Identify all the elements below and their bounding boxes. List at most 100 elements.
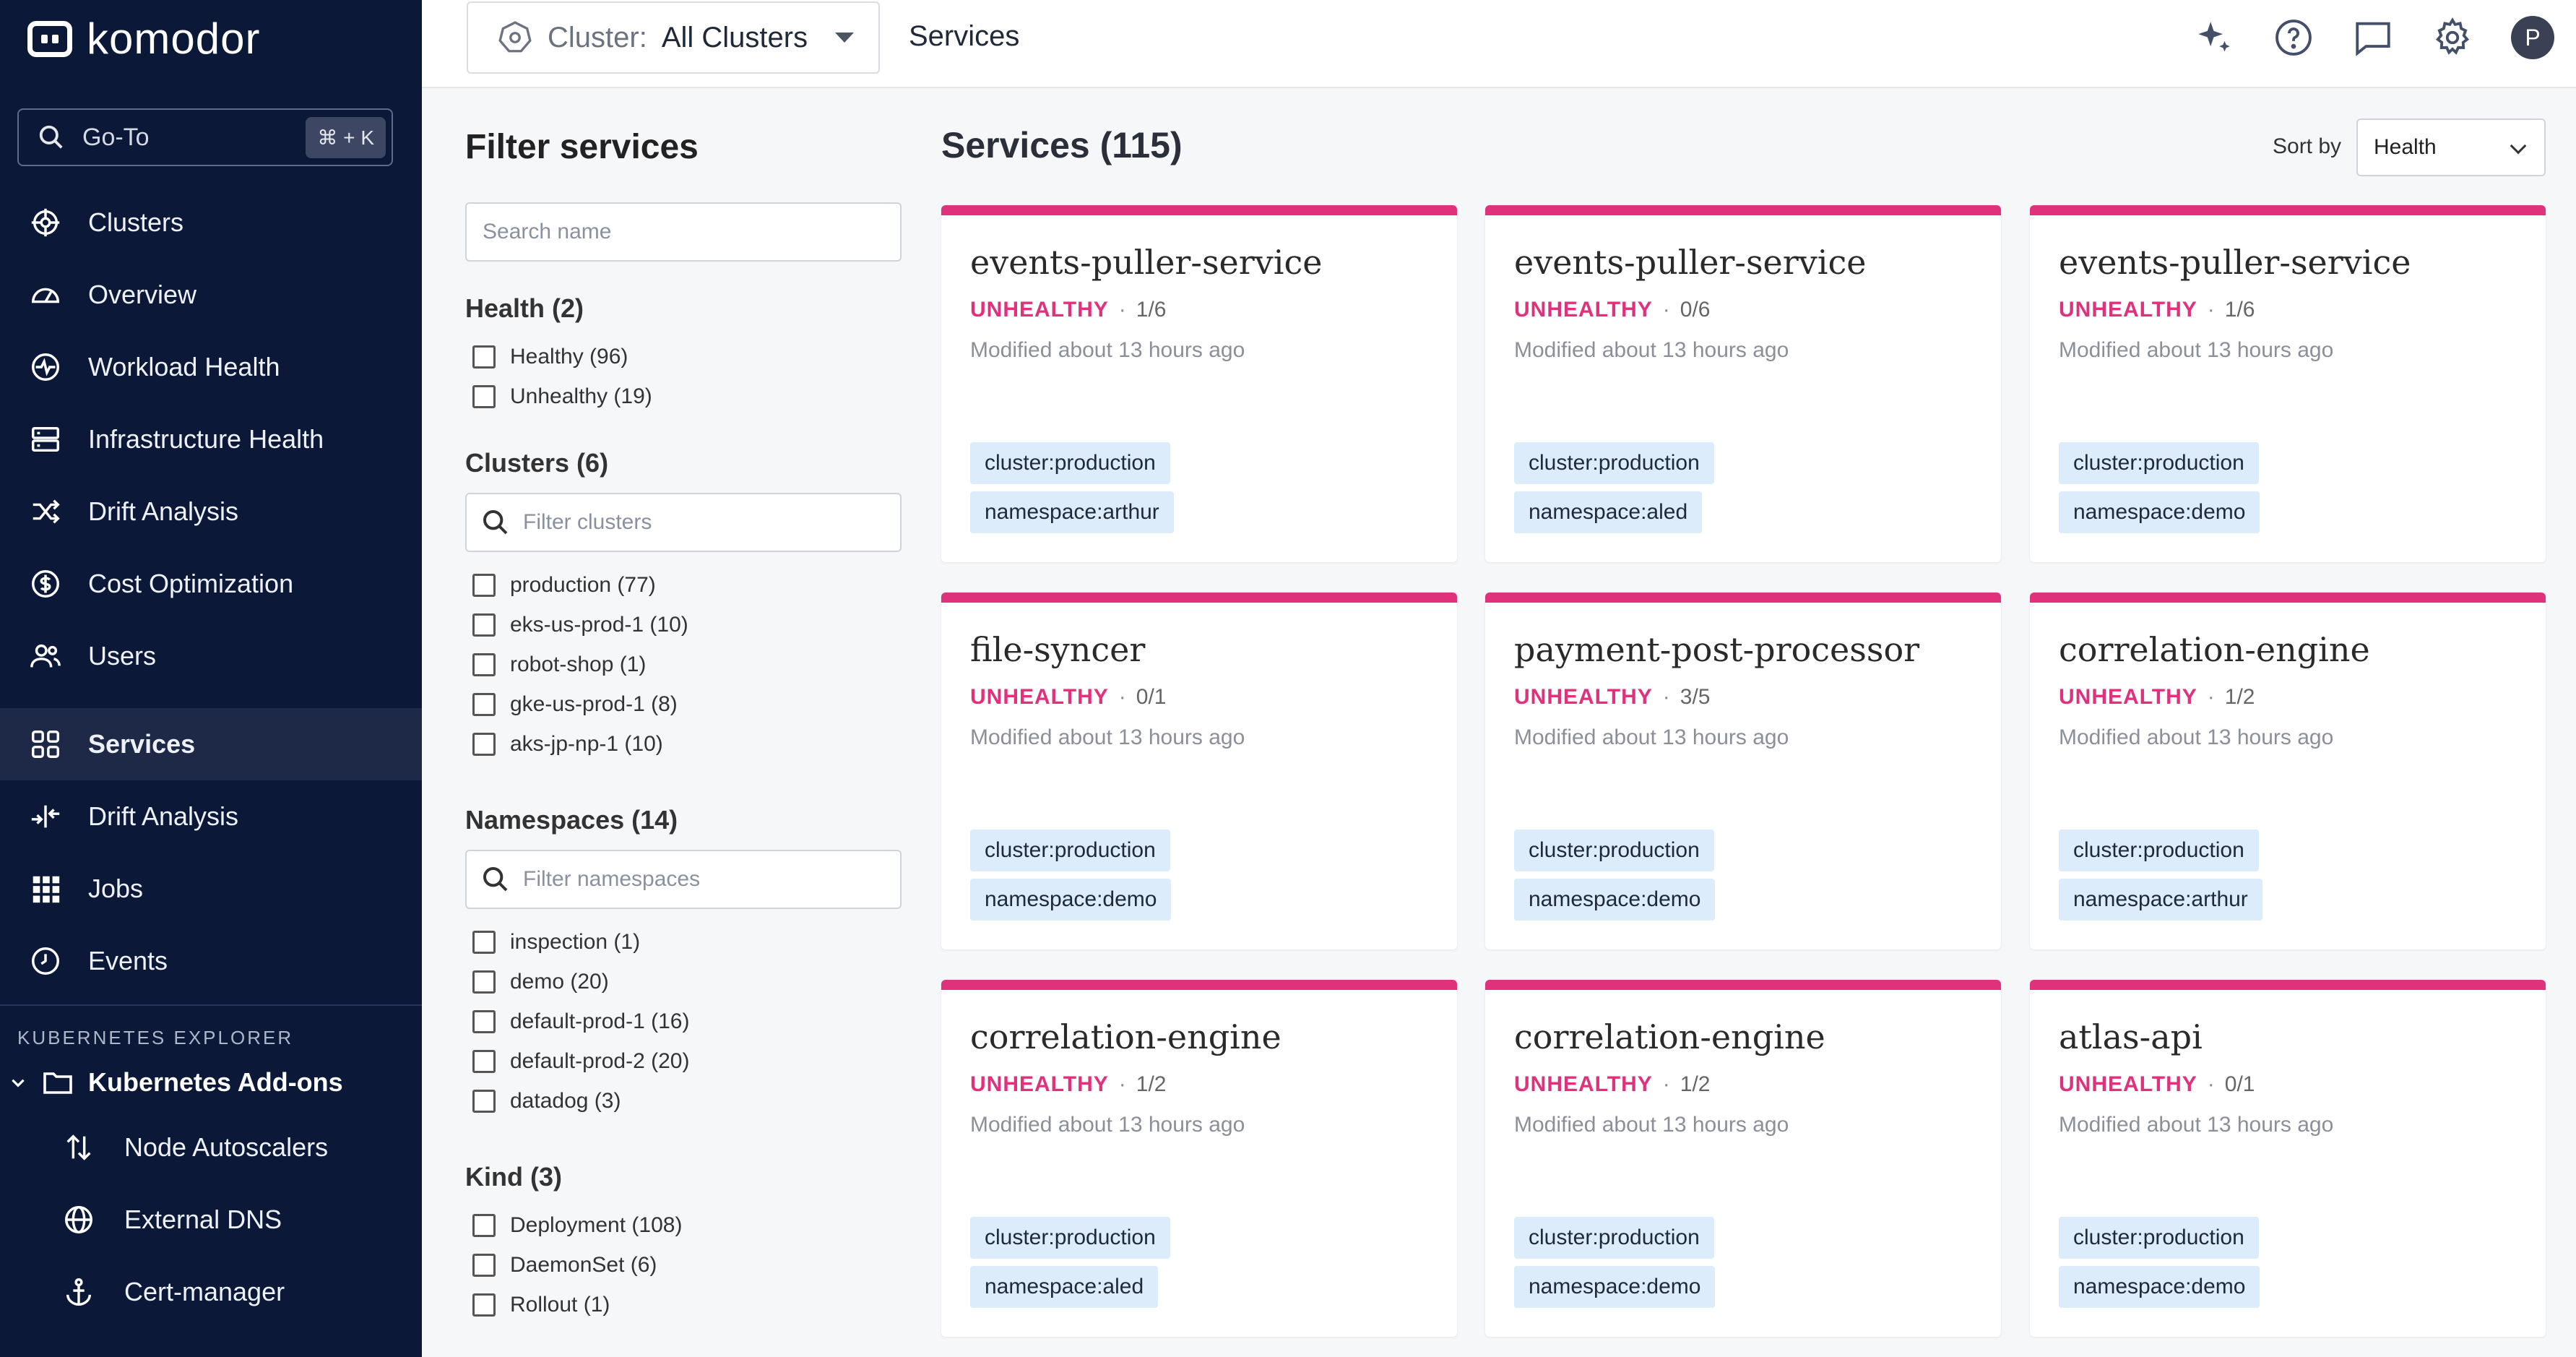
sidebar-item-clusters[interactable]: Clusters — [0, 186, 422, 259]
dots-grid-icon — [33, 876, 60, 903]
service-card[interactable]: atlas-api UNHEALTHY · 0/1 Modified about 1… — [2030, 980, 2546, 1337]
service-card[interactable]: correlation-engine UNHEALTHY · 1/2 Modifie… — [941, 980, 1457, 1337]
clock-icon — [32, 947, 59, 975]
namespace-option[interactable]: demo (20) — [472, 962, 689, 1001]
sidebar-item-cost-optimization[interactable]: Cost Optimization — [0, 548, 422, 620]
health-bar — [1485, 593, 2001, 603]
kubernetes-addons-toggle[interactable]: Kubernetes Add-ons — [0, 1054, 422, 1111]
cluster-option[interactable]: production (77) — [472, 565, 688, 605]
kind-filter-title: Kind (3) — [465, 1162, 562, 1192]
heartbeat-icon — [32, 353, 59, 381]
namespace-option[interactable]: default-prod-1 (16) — [472, 1001, 689, 1041]
health-bar — [1485, 205, 2001, 215]
service-card[interactable]: events-puller-service UNHEALTHY · 1/6 Modi… — [941, 205, 1457, 562]
kind-option[interactable]: Rollout (1) — [472, 1285, 682, 1324]
separator: · — [2207, 685, 2215, 709]
namespace-tag: namespace:arthur — [2059, 879, 2262, 921]
cluster-tag: cluster:production — [970, 830, 1170, 871]
gear-icon[interactable] — [2432, 17, 2473, 59]
addons-label: Kubernetes Add-ons — [88, 1067, 343, 1097]
separator: · — [1662, 685, 1670, 709]
sidebar-item-cert-manager[interactable]: Cert-manager — [0, 1256, 422, 1328]
sidebar-item-overview[interactable]: Overview — [0, 259, 422, 331]
service-name: events-puller-service — [1514, 243, 1867, 282]
checkbox[interactable] — [472, 1213, 496, 1237]
service-card[interactable]: file-syncer UNHEALTHY · 0/1 Modified about… — [941, 593, 1457, 949]
chevron-down-icon — [12, 1079, 25, 1087]
sidebar-item-drift-analysis[interactable]: Drift Analysis — [0, 475, 422, 548]
service-status: UNHEALTHY · 0/1 — [2059, 1072, 2255, 1097]
modified-time: Modified about 13 hours ago — [2059, 338, 2334, 362]
filter-namespaces-input[interactable]: Filter namespaces — [465, 850, 902, 909]
grid-icon — [32, 731, 59, 758]
service-card[interactable]: payment-post-processor UNHEALTHY · 3/5 Mod… — [1485, 593, 2001, 949]
health-bar — [941, 593, 1457, 603]
chat-icon[interactable] — [2352, 17, 2394, 59]
service-card[interactable]: correlation-engine UNHEALTHY · 1/2 Modifie… — [2030, 593, 2546, 949]
checkbox[interactable] — [472, 652, 496, 676]
cluster-option[interactable]: robot-shop (1) — [472, 645, 688, 684]
sidebar-item-services[interactable]: Services — [0, 708, 422, 780]
checkbox[interactable] — [472, 384, 496, 408]
service-card[interactable]: correlation-engine UNHEALTHY · 1/2 Modifie… — [1485, 980, 2001, 1337]
health-option-healthy[interactable]: Healthy (96) — [472, 337, 652, 376]
sparkles-icon[interactable] — [2193, 17, 2235, 59]
sidebar-item-users[interactable]: Users — [0, 620, 422, 692]
sidebar-item-label: Overview — [88, 280, 197, 309]
search-name-input[interactable]: Search name — [465, 202, 902, 262]
komodor-logo[interactable]: komodor — [27, 17, 260, 61]
sidebar-item-workload-health[interactable]: Workload Health — [0, 331, 422, 403]
sidebar-item-label: Users — [88, 641, 157, 671]
namespace-tag: namespace:demo — [2059, 1266, 2260, 1308]
sidebar-item-infrastructure-health[interactable]: Infrastructure Health — [0, 403, 422, 475]
checkbox[interactable] — [472, 613, 496, 637]
health-bar — [2030, 593, 2546, 603]
namespace-option[interactable]: datadog (3) — [472, 1081, 689, 1121]
help-icon[interactable] — [2273, 17, 2314, 59]
services-title: Services (115) — [941, 125, 1183, 165]
cluster-option[interactable]: eks-us-prod-1 (10) — [472, 605, 688, 645]
cluster-option[interactable]: gke-us-prod-1 (8) — [472, 684, 688, 724]
sidebar-item-label: Drift Analysis — [88, 801, 239, 831]
namespace-option[interactable]: inspection (1) — [472, 922, 689, 962]
sidebar-item-node-autoscalers[interactable]: Node Autoscalers — [0, 1111, 422, 1184]
option-label: datadog (3) — [510, 1088, 621, 1113]
checkbox[interactable] — [472, 1293, 496, 1317]
checkbox[interactable] — [472, 692, 496, 716]
kind-option[interactable]: Deployment (108) — [472, 1205, 682, 1245]
health-bar — [2030, 980, 2546, 990]
checkbox[interactable] — [472, 970, 496, 994]
filter-clusters-input[interactable]: Filter clusters — [465, 493, 902, 552]
modified-time: Modified about 13 hours ago — [970, 725, 1245, 749]
checkbox[interactable] — [472, 930, 496, 954]
checkbox[interactable] — [472, 345, 496, 369]
checkbox[interactable] — [472, 573, 496, 597]
avatar[interactable]: P — [2511, 16, 2554, 59]
checkbox[interactable] — [472, 1089, 496, 1113]
option-label: aks-jp-np-1 (10) — [510, 731, 663, 756]
namespace-option[interactable]: default-prod-2 (20) — [472, 1041, 689, 1081]
sidebar-item-jobs[interactable]: Jobs — [0, 853, 422, 925]
checkbox[interactable] — [472, 1253, 496, 1277]
service-card[interactable]: events-puller-service UNHEALTHY · 0/6 Modi… — [1485, 205, 2001, 562]
checkbox[interactable] — [472, 732, 496, 756]
health-option-unhealthy[interactable]: Unhealthy (19) — [472, 376, 652, 416]
pod-count: 3/5 — [1680, 685, 1711, 709]
kind-option[interactable]: DaemonSet (6) — [472, 1245, 682, 1285]
checkbox[interactable] — [472, 1009, 496, 1033]
sidebar-item-external-dns[interactable]: External DNS — [0, 1184, 422, 1256]
cluster-option[interactable]: aks-jp-np-1 (10) — [472, 724, 688, 764]
sidebar-item-drift-analysis-2[interactable]: Drift Analysis — [0, 780, 422, 853]
checkbox[interactable] — [472, 1049, 496, 1073]
separator: · — [1662, 298, 1670, 322]
pod-count: 1/6 — [1136, 298, 1167, 322]
goto-search[interactable]: Go-To ⌘ + K — [17, 108, 393, 166]
status-label: UNHEALTHY — [970, 298, 1109, 322]
cluster-selector[interactable]: Cluster: All Clusters — [467, 1, 880, 74]
service-card[interactable]: events-puller-service UNHEALTHY · 1/6 Modi… — [2030, 205, 2546, 562]
option-label: production (77) — [510, 572, 656, 597]
chevron-down-icon — [2510, 137, 2527, 155]
sidebar-item-events[interactable]: Events — [0, 925, 422, 997]
sort-select[interactable]: Health — [2356, 119, 2546, 176]
service-status: UNHEALTHY · 1/2 — [1514, 1072, 1711, 1097]
